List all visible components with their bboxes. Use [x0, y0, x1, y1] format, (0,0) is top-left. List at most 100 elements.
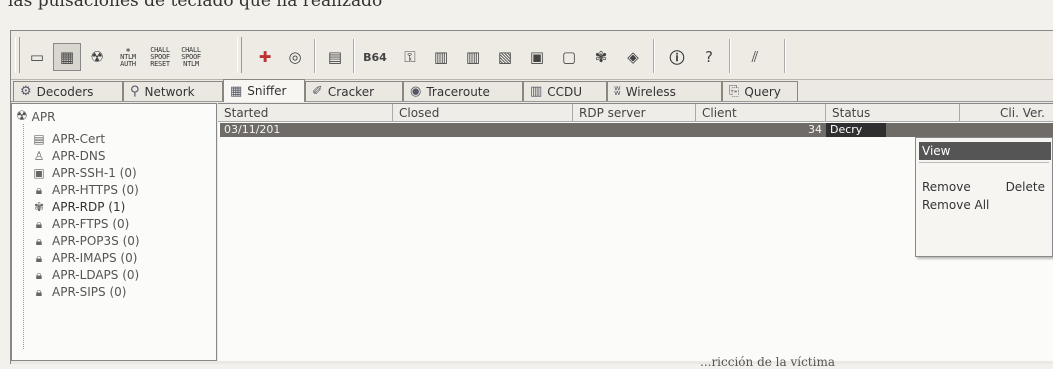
apr-tree: ☢ APR ▤ APR-Cert ♙ APR-DNS ▣ APR-SSH-1 (… [11, 103, 217, 361]
column-header-client[interactable]: Client [696, 104, 826, 122]
apr-icon: ☢ [16, 109, 28, 124]
tab-sniffer[interactable]: ▦ Sniffer [223, 79, 305, 102]
cell-client: 34 [808, 123, 822, 136]
help-icon[interactable]: ? [695, 43, 723, 71]
ccdu-icon: ▥ [530, 84, 543, 99]
toolbar-separator-3 [653, 39, 655, 73]
info-icon[interactable]: ⓘ [663, 43, 691, 71]
column-header-rdp-server[interactable]: RDP server [573, 104, 696, 122]
grid-icon[interactable]: ▤ [321, 43, 349, 71]
reset-label: RESET [150, 59, 170, 68]
gear-icon[interactable]: ✾ [587, 43, 615, 71]
tree-root-apr[interactable]: ☢ APR [16, 109, 55, 124]
chall-spoof-reset-icon[interactable]: CHALL SPOOF RESET [145, 43, 175, 71]
tab-label: CCDU [547, 84, 583, 99]
toolbar-grip-2[interactable] [237, 37, 242, 73]
ntlm-hash-icon[interactable]: ▧ [491, 43, 519, 71]
menu-item-remove[interactable]: Remove Delete [919, 178, 1051, 196]
dns-icon: ♙ [33, 149, 45, 163]
query-icon: ⎘ [729, 84, 740, 99]
add-icon[interactable]: ✚ [251, 43, 279, 71]
cert-icon[interactable]: ◎ [281, 43, 309, 71]
ntlm-label: NTLM [183, 59, 199, 68]
b64-label: B64 [363, 50, 387, 64]
tab-decoders[interactable]: ⚙ Decoders [13, 81, 123, 101]
ntlm-auth-label-2: AUTH [120, 59, 136, 68]
tree-item-apr-cert[interactable]: ▤ APR-Cert [32, 131, 105, 147]
menu-item-remove-all[interactable]: Remove All [919, 196, 1051, 214]
column-header-status[interactable]: Status [826, 104, 960, 122]
terminal-icon[interactable]: ▣ [523, 43, 551, 71]
tree-item-label: APR-SSH-1 (0) [52, 166, 137, 180]
terminal-icon: ▣ [33, 166, 45, 180]
menu-separator [919, 162, 1049, 163]
decoders-icon: ⚙ [20, 84, 32, 99]
tree-item-apr-ftps[interactable]: 🔒︎ APR-FTPS (0) [32, 216, 130, 232]
context-menu: View Remove Delete Remove All [915, 137, 1053, 257]
cert-icon: ▤ [33, 132, 45, 146]
hash2-icon[interactable]: ▥ [459, 43, 487, 71]
lock-icon: 🔒︎ [35, 250, 43, 265]
tab-query[interactable]: ⎘ Query [722, 81, 798, 101]
hash-icon[interactable]: ▥ [427, 43, 455, 71]
cain-window: ▭ ▦ ☢ ✱ NTLM AUTH CHALL SPOOF RESET CHAL… [10, 30, 1053, 364]
tab-ccdu[interactable]: ▥ CCDU [523, 81, 607, 101]
tree-item-label: APR-SIPS (0) [52, 285, 127, 299]
tab-bar: ⚙ Decoders ⚲ Network ▦ Sniffer ✐ Cracker… [11, 79, 1053, 102]
rdp-icon: ✾ [33, 200, 45, 214]
tree-item-apr-ssh[interactable]: ▣ APR-SSH-1 (0) [32, 165, 137, 181]
tree-item-label: APR-Cert [52, 132, 106, 146]
ntlm-auth-icon[interactable]: ✱ NTLM AUTH [113, 43, 143, 71]
page-caption-top: las pulsaciones de teclado que ha realiz… [8, 0, 383, 11]
tree-item-apr-rdp[interactable]: ✾ APR-RDP (1) [32, 199, 125, 215]
base64-icon[interactable]: B64 [361, 43, 389, 71]
lock-icon: 🔒︎ [35, 233, 43, 248]
tree-item-label: APR-FTPS (0) [52, 217, 130, 231]
cell-cli-ver [960, 123, 1053, 137]
tree-item-label: APR-POP3S (0) [52, 234, 140, 248]
apr-icon[interactable]: ☢ [83, 43, 111, 71]
tab-wireless[interactable]: ʬ Wireless [607, 81, 722, 101]
column-header-cli-ver[interactable]: Cli. Ver. [960, 104, 1053, 122]
tree-item-apr-sips[interactable]: 🔒︎ APR-SIPS (0) [32, 284, 127, 300]
traceroute-icon: ◉ [410, 84, 422, 99]
key-icon[interactable]: ⚿ [396, 43, 424, 71]
tree-item-apr-https[interactable]: 🔒︎ APR-HTTPS (0) [32, 182, 139, 198]
tree-item-label: APR-RDP (1) [52, 200, 126, 214]
tree-item-label: APR-LDAPS (0) [52, 268, 140, 282]
sniffer-icon[interactable]: ▦ [53, 43, 81, 71]
chall-spoof-ntlm-icon[interactable]: CHALL SPOOF NTLM [176, 43, 206, 71]
toolbar-separator-5 [784, 39, 786, 73]
table-row[interactable]: 03/11/201 34 Decry [220, 123, 1053, 137]
delete-shortcut-label: Delete [1005, 180, 1045, 194]
tree-item-label: APR-HTTPS (0) [52, 183, 139, 197]
lock-icon[interactable]: ◈ [619, 43, 647, 71]
cell-rdp-server [573, 123, 696, 137]
column-header-started[interactable]: Started [218, 104, 393, 122]
menu-item-view[interactable]: View [919, 142, 1051, 160]
tab-traceroute[interactable]: ◉ Traceroute [403, 81, 523, 101]
toolbar-separator [314, 39, 316, 73]
tab-label: Traceroute [426, 84, 490, 99]
cell-started: 03/11/201 [224, 123, 281, 136]
tab-label: Decoders [36, 84, 94, 99]
tab-label: Sniffer [247, 84, 287, 98]
network-icon: ⚲ [130, 84, 140, 99]
lock-icon: 🔒︎ [35, 267, 43, 282]
tree-item-apr-ldaps[interactable]: 🔒︎ APR-LDAPS (0) [32, 267, 139, 283]
tab-cracker[interactable]: ✐ Cracker [305, 81, 403, 101]
tab-network[interactable]: ⚲ Network [123, 81, 223, 101]
open-icon[interactable]: ▭ [23, 43, 51, 71]
query-icon[interactable]: ⫽ [741, 43, 769, 71]
tree-item-apr-imaps[interactable]: 🔒︎ APR-IMAPS (0) [32, 250, 138, 266]
tree-item-apr-pop3s[interactable]: 🔒︎ APR-POP3S (0) [32, 233, 140, 249]
column-header-closed[interactable]: Closed [393, 104, 573, 122]
toolbar-grip[interactable] [15, 37, 20, 73]
monitor-icon[interactable]: ▢ [555, 43, 583, 71]
cell-status: Decry [826, 123, 886, 137]
tree-item-apr-dns[interactable]: ♙ APR-DNS [32, 148, 106, 164]
toolbar-separator-4 [729, 39, 731, 73]
tree-root-label: APR [31, 109, 56, 124]
sniffer-icon: ▦ [230, 83, 243, 99]
tab-label: Network [144, 84, 195, 99]
